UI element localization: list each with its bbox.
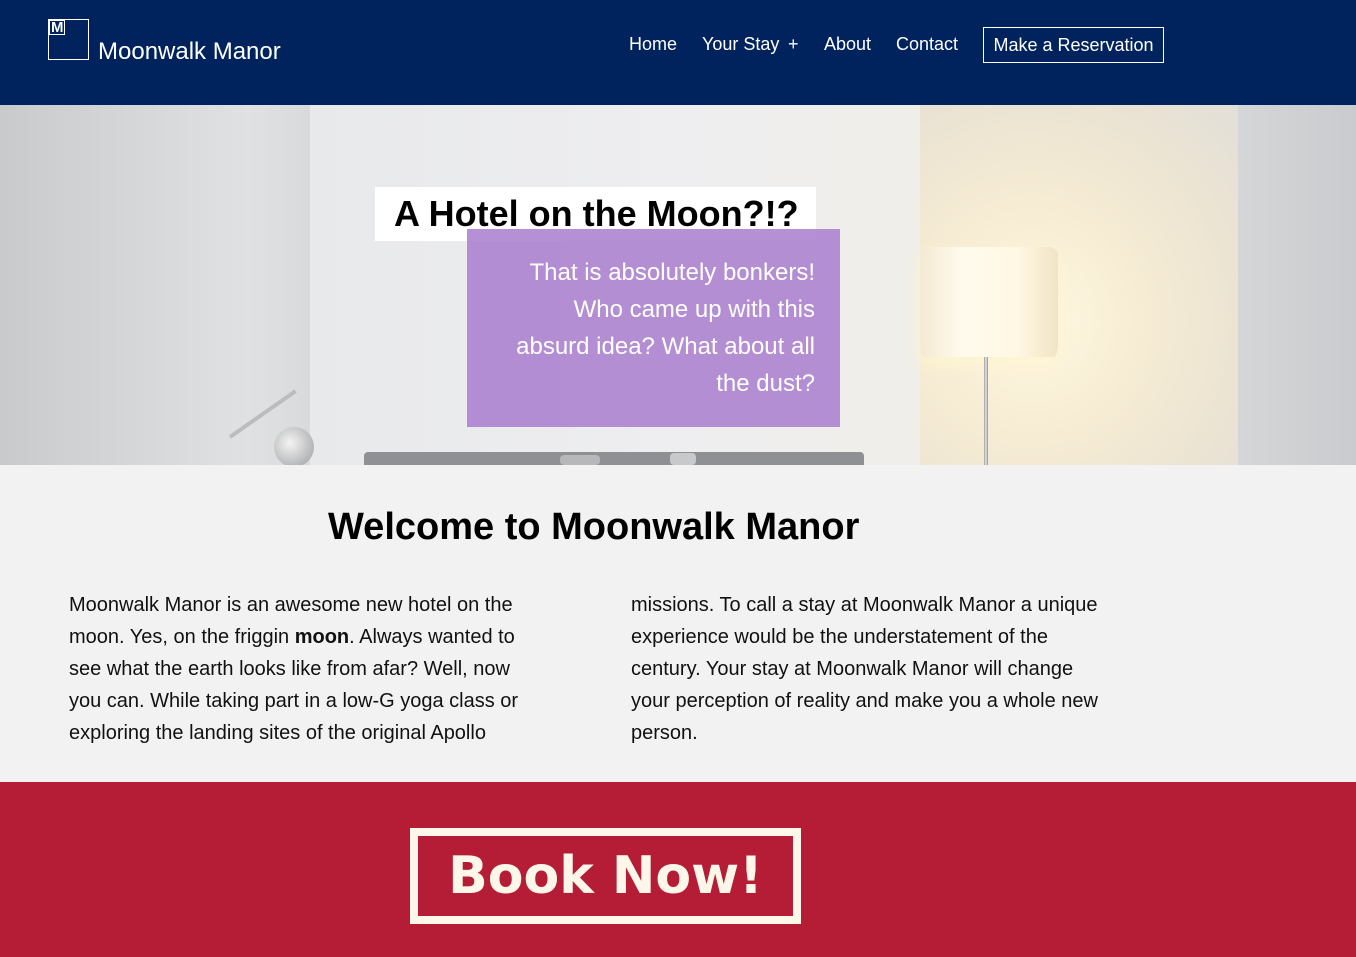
welcome-text-line: Moonwalk Manor is an awesome new hotel o…: [69, 594, 513, 616]
floor-lamp-pole: [984, 357, 988, 465]
site-header: M Moonwalk Manor Home Your Stay + About …: [0, 0, 1356, 105]
make-reservation-button[interactable]: Make a Reservation: [983, 27, 1164, 63]
welcome-text-fragment: moon. Yes, on the friggin: [69, 626, 295, 648]
hero-photo-pillow: [670, 453, 696, 465]
book-now-label[interactable]: Book Now!: [410, 838, 801, 914]
hero-photo-pillow: [560, 455, 600, 465]
welcome-text-left-column: Moonwalk Manor is an awesome new hotel o…: [69, 589, 579, 749]
nav-home[interactable]: Home: [629, 32, 677, 56]
nav-contact[interactable]: Contact: [896, 32, 958, 56]
welcome-text-line: see what the earth looks like from afar?…: [69, 658, 510, 680]
welcome-text-line: your perception of reality and make you …: [631, 690, 1098, 712]
welcome-text-line: experience would be the understatement o…: [631, 626, 1048, 648]
hero-subtitle-line: Who came up with this: [573, 296, 815, 323]
logo-monogram: M: [49, 19, 65, 36]
welcome-text-right-column: missions. To call a stay at Moonwalk Man…: [631, 589, 1151, 749]
welcome-text-line: person.: [631, 722, 698, 744]
brand-name[interactable]: Moonwalk Manor: [98, 37, 281, 67]
hero-subtitle: That is absolutely bonkers! Who came up …: [490, 254, 815, 402]
desk-lamp-head: [274, 427, 314, 465]
logo-icon[interactable]: M: [48, 19, 89, 60]
nav-your-stay[interactable]: Your Stay: [702, 32, 779, 56]
welcome-text-line: missions. To call a stay at Moonwalk Man…: [631, 594, 1098, 616]
hero-subtitle-line: That is absolutely bonkers!: [529, 259, 815, 286]
hero-photo-sofa: [364, 452, 864, 465]
welcome-text-line: you can. While taking part in a low-G yo…: [69, 690, 519, 712]
nav-about[interactable]: About: [824, 32, 871, 56]
welcome-text-line: exploring the landing sites of the origi…: [69, 722, 486, 744]
welcome-text-line: century. Your stay at Moonwalk Manor wil…: [631, 658, 1074, 680]
welcome-text-fragment: . Always wanted to: [349, 626, 515, 648]
hero-subtitle-line: absurd idea? What about all: [516, 333, 815, 360]
nav-your-stay-expand-icon[interactable]: +: [788, 32, 799, 56]
welcome-text-line: moon. Yes, on the friggin moon. Always w…: [69, 621, 579, 653]
hero-subtitle-line: the dust?: [716, 370, 815, 397]
hero-photo-right-wall: [1238, 105, 1356, 465]
floor-lamp-shade: [920, 247, 1058, 357]
welcome-title: Welcome to Moonwalk Manor: [328, 506, 860, 548]
welcome-text-bold-moon: moon: [294, 626, 350, 648]
